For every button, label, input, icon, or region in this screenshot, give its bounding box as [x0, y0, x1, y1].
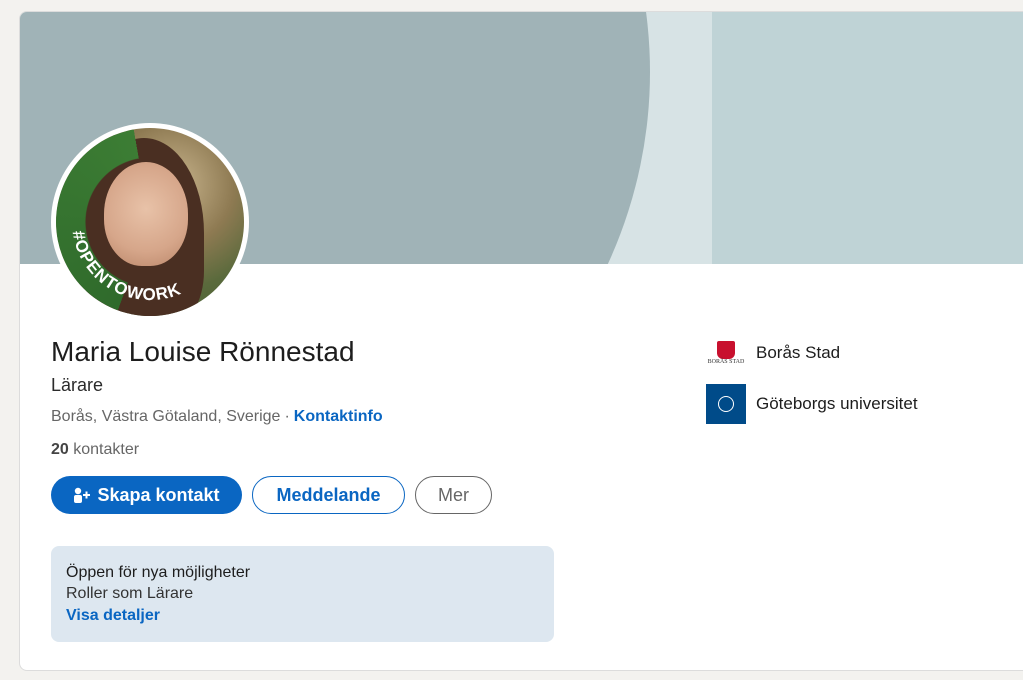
location-separator: · [284, 408, 290, 425]
avatar: #OPENTOWORK [56, 128, 244, 316]
message-button[interactable]: Meddelande [252, 476, 405, 514]
create-contact-button[interactable]: Skapa kontakt [51, 476, 242, 514]
profile-card: #OPENTOWORK Maria Louise Rönnestad Lärar… [19, 11, 1023, 671]
goteborgs-universitet-logo-icon [706, 384, 746, 424]
connections-number: 20 [51, 441, 69, 458]
open-to-work-text: #OPENTOWORK [69, 229, 183, 304]
message-label: Meddelande [276, 484, 381, 505]
profile-location: Borås, Västra Götaland, Sverige [51, 408, 281, 425]
profile-name: Maria Louise Rönnestad [51, 336, 355, 367]
university-seal-icon [718, 396, 734, 412]
more-label: Mer [438, 484, 469, 505]
svg-text:#OPENTOWORK: #OPENTOWORK [69, 229, 184, 304]
show-details-link[interactable]: Visa detaljer [66, 607, 160, 625]
organization-name: Borås Stad [756, 343, 841, 362]
organization-name: Göteborgs universitet [756, 394, 918, 413]
organization-boras-stad[interactable]: BORÅS STAD Borås Stad [706, 333, 840, 373]
connections-count[interactable]: 20 kontakter [51, 441, 139, 459]
create-contact-label: Skapa kontakt [97, 484, 220, 505]
profile-headline: Lärare [51, 375, 104, 395]
boras-shield-icon [717, 340, 735, 359]
more-button[interactable]: Mer [415, 476, 492, 514]
contact-info-link[interactable]: Kontaktinfo [294, 408, 383, 425]
add-person-icon [73, 487, 91, 503]
organization-goteborgs-universitet[interactable]: Göteborgs universitet [706, 384, 918, 424]
boras-logo-text: BORÅS STAD [707, 358, 745, 365]
open-to-work-title: Öppen för nya möjligheter [66, 564, 251, 581]
profile-location-row: Borås, Västra Götaland, Sverige · Kontakti… [51, 408, 383, 426]
profile-photo[interactable]: #OPENTOWORK [51, 123, 249, 321]
boras-stad-logo-icon: BORÅS STAD [706, 333, 746, 373]
connections-label: kontakter [73, 441, 140, 458]
open-to-work-roles: Roller som Lärare [66, 585, 194, 602]
open-to-work-card[interactable]: Öppen för nya möjligheter Roller som Lär… [51, 546, 554, 642]
open-to-work-badge: #OPENTOWORK [69, 229, 184, 304]
